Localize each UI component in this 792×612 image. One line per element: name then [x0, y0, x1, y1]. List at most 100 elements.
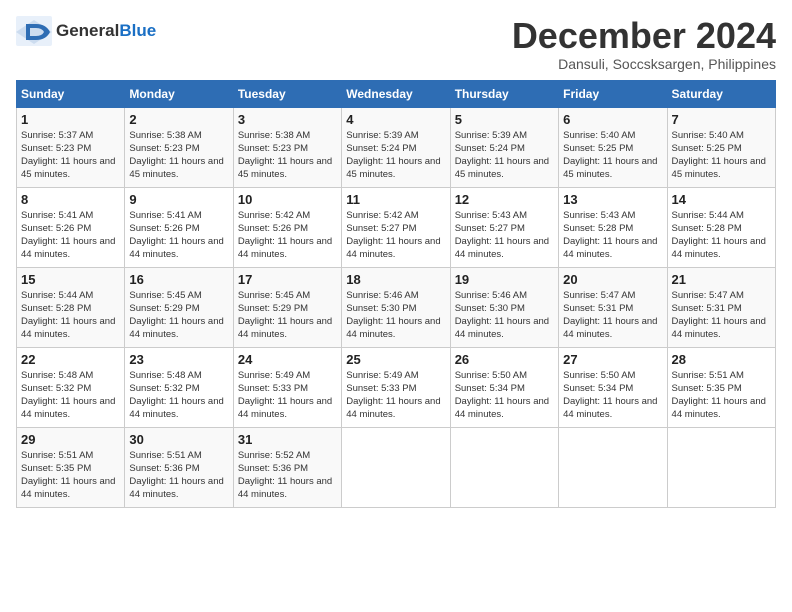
day-info: Sunrise: 5:45 AMSunset: 5:29 PMDaylight:…: [129, 289, 228, 342]
calendar-cell: 8 Sunrise: 5:41 AMSunset: 5:26 PMDaylight…: [17, 187, 125, 267]
calendar-cell: 7 Sunrise: 5:40 AMSunset: 5:25 PMDaylight…: [667, 107, 775, 187]
calendar-cell: 19 Sunrise: 5:46 AMSunset: 5:30 PMDayligh…: [450, 267, 558, 347]
day-number: 13: [563, 192, 662, 207]
day-number: 17: [238, 272, 337, 287]
day-number: 24: [238, 352, 337, 367]
day-number: 12: [455, 192, 554, 207]
day-info: Sunrise: 5:40 AMSunset: 5:25 PMDaylight:…: [672, 129, 771, 182]
day-info: Sunrise: 5:51 AMSunset: 5:35 PMDaylight:…: [21, 449, 120, 502]
day-info: Sunrise: 5:51 AMSunset: 5:35 PMDaylight:…: [672, 369, 771, 422]
calendar-week-3: 15Sunrise: 5:44 AMSunset: 5:28 PMDayligh…: [17, 267, 776, 347]
calendar-week-2: 8 Sunrise: 5:41 AMSunset: 5:26 PMDaylight…: [17, 187, 776, 267]
calendar-cell: 1Sunrise: 5:37 AMSunset: 5:23 PMDaylight…: [17, 107, 125, 187]
day-info: Sunrise: 5:43 AMSunset: 5:28 PMDaylight:…: [563, 209, 662, 262]
col-friday: Friday: [559, 80, 667, 107]
day-number: 8: [21, 192, 120, 207]
day-number: 11: [346, 192, 445, 207]
calendar-cell: 14Sunrise: 5:44 AMSunset: 5:28 PMDayligh…: [667, 187, 775, 267]
day-number: 31: [238, 432, 337, 447]
calendar-cell: 5 Sunrise: 5:39 AMSunset: 5:24 PMDaylight…: [450, 107, 558, 187]
calendar-cell: [559, 427, 667, 507]
logo-general: General: [56, 21, 119, 40]
calendar-cell: 3Sunrise: 5:38 AMSunset: 5:23 PMDaylight…: [233, 107, 341, 187]
day-number: 9: [129, 192, 228, 207]
day-number: 20: [563, 272, 662, 287]
calendar-cell: 25Sunrise: 5:49 AMSunset: 5:33 PMDayligh…: [342, 347, 450, 427]
calendar-cell: 11Sunrise: 5:42 AMSunset: 5:27 PMDayligh…: [342, 187, 450, 267]
col-thursday: Thursday: [450, 80, 558, 107]
day-info: Sunrise: 5:44 AMSunset: 5:28 PMDaylight:…: [21, 289, 120, 342]
day-number: 30: [129, 432, 228, 447]
logo-icon: [16, 16, 52, 46]
calendar-cell: 30 Sunrise: 5:51 AMSunset: 5:36 PMDayligh…: [125, 427, 233, 507]
calendar-cell: 26Sunrise: 5:50 AMSunset: 5:34 PMDayligh…: [450, 347, 558, 427]
calendar-cell: 18 Sunrise: 5:46 AMSunset: 5:30 PMDayligh…: [342, 267, 450, 347]
day-info: Sunrise: 5:47 AMSunset: 5:31 PMDaylight:…: [672, 289, 771, 342]
calendar-cell: [667, 427, 775, 507]
day-info: Sunrise: 5:37 AMSunset: 5:23 PMDaylight:…: [21, 129, 120, 182]
day-info: Sunrise: 5:40 AMSunset: 5:25 PMDaylight:…: [563, 129, 662, 182]
day-info: Sunrise: 5:42 AMSunset: 5:26 PMDaylight:…: [238, 209, 337, 262]
calendar-cell: 31 Sunrise: 5:52 AMSunset: 5:36 PMDayligh…: [233, 427, 341, 507]
col-monday: Monday: [125, 80, 233, 107]
day-info: Sunrise: 5:48 AMSunset: 5:32 PMDaylight:…: [21, 369, 120, 422]
calendar-cell: 22Sunrise: 5:48 AMSunset: 5:32 PMDayligh…: [17, 347, 125, 427]
day-info: Sunrise: 5:46 AMSunset: 5:30 PMDaylight:…: [346, 289, 445, 342]
calendar-cell: 4 Sunrise: 5:39 AMSunset: 5:24 PMDaylight…: [342, 107, 450, 187]
day-info: Sunrise: 5:50 AMSunset: 5:34 PMDaylight:…: [563, 369, 662, 422]
day-info: Sunrise: 5:38 AMSunset: 5:23 PMDaylight:…: [129, 129, 228, 182]
calendar-cell: 9 Sunrise: 5:41 AMSunset: 5:26 PMDaylight…: [125, 187, 233, 267]
day-number: 6: [563, 112, 662, 127]
day-info: Sunrise: 5:50 AMSunset: 5:34 PMDaylight:…: [455, 369, 554, 422]
calendar-cell: 27 Sunrise: 5:50 AMSunset: 5:34 PMDayligh…: [559, 347, 667, 427]
day-number: 16: [129, 272, 228, 287]
col-tuesday: Tuesday: [233, 80, 341, 107]
logo: GeneralBlue: [16, 16, 156, 46]
day-info: Sunrise: 5:41 AMSunset: 5:26 PMDaylight:…: [129, 209, 228, 262]
calendar-cell: 17 Sunrise: 5:45 AMSunset: 5:29 PMDayligh…: [233, 267, 341, 347]
day-info: Sunrise: 5:49 AMSunset: 5:33 PMDaylight:…: [238, 369, 337, 422]
day-info: Sunrise: 5:39 AMSunset: 5:24 PMDaylight:…: [455, 129, 554, 182]
calendar-cell: 16 Sunrise: 5:45 AMSunset: 5:29 PMDayligh…: [125, 267, 233, 347]
calendar-table: Sunday Monday Tuesday Wednesday Thursday…: [16, 80, 776, 508]
day-number: 18: [346, 272, 445, 287]
calendar-cell: [450, 427, 558, 507]
calendar-cell: 24 Sunrise: 5:49 AMSunset: 5:33 PMDayligh…: [233, 347, 341, 427]
title-block: December 2024 Dansuli, Soccsksargen, Phi…: [512, 16, 776, 72]
day-number: 21: [672, 272, 771, 287]
day-info: Sunrise: 5:49 AMSunset: 5:33 PMDaylight:…: [346, 369, 445, 422]
page-header: GeneralBlue December 2024 Dansuli, Soccs…: [16, 16, 776, 72]
day-info: Sunrise: 5:45 AMSunset: 5:29 PMDaylight:…: [238, 289, 337, 342]
day-number: 5: [455, 112, 554, 127]
calendar-body: 1Sunrise: 5:37 AMSunset: 5:23 PMDaylight…: [17, 107, 776, 507]
calendar-week-5: 29 Sunrise: 5:51 AMSunset: 5:35 PMDayligh…: [17, 427, 776, 507]
day-number: 29: [21, 432, 120, 447]
day-info: Sunrise: 5:52 AMSunset: 5:36 PMDaylight:…: [238, 449, 337, 502]
calendar-cell: 29 Sunrise: 5:51 AMSunset: 5:35 PMDayligh…: [17, 427, 125, 507]
calendar-cell: 10Sunrise: 5:42 AMSunset: 5:26 PMDayligh…: [233, 187, 341, 267]
day-number: 23: [129, 352, 228, 367]
month-title: December 2024: [512, 16, 776, 56]
calendar-cell: 12Sunrise: 5:43 AMSunset: 5:27 PMDayligh…: [450, 187, 558, 267]
logo-blue: Blue: [119, 21, 156, 40]
day-info: Sunrise: 5:48 AMSunset: 5:32 PMDaylight:…: [129, 369, 228, 422]
day-number: 19: [455, 272, 554, 287]
col-saturday: Saturday: [667, 80, 775, 107]
day-number: 7: [672, 112, 771, 127]
calendar-cell: 13 Sunrise: 5:43 AMSunset: 5:28 PMDayligh…: [559, 187, 667, 267]
day-info: Sunrise: 5:39 AMSunset: 5:24 PMDaylight:…: [346, 129, 445, 182]
calendar-cell: 20 Sunrise: 5:47 AMSunset: 5:31 PMDayligh…: [559, 267, 667, 347]
calendar-cell: 6 Sunrise: 5:40 AMSunset: 5:25 PMDaylight…: [559, 107, 667, 187]
calendar-cell: 2Sunrise: 5:38 AMSunset: 5:23 PMDaylight…: [125, 107, 233, 187]
calendar-cell: [342, 427, 450, 507]
calendar-cell: 15Sunrise: 5:44 AMSunset: 5:28 PMDayligh…: [17, 267, 125, 347]
calendar-week-1: 1Sunrise: 5:37 AMSunset: 5:23 PMDaylight…: [17, 107, 776, 187]
day-info: Sunrise: 5:46 AMSunset: 5:30 PMDaylight:…: [455, 289, 554, 342]
day-number: 4: [346, 112, 445, 127]
day-number: 3: [238, 112, 337, 127]
day-info: Sunrise: 5:51 AMSunset: 5:36 PMDaylight:…: [129, 449, 228, 502]
day-info: Sunrise: 5:47 AMSunset: 5:31 PMDaylight:…: [563, 289, 662, 342]
calendar-week-4: 22Sunrise: 5:48 AMSunset: 5:32 PMDayligh…: [17, 347, 776, 427]
day-number: 27: [563, 352, 662, 367]
day-info: Sunrise: 5:41 AMSunset: 5:26 PMDaylight:…: [21, 209, 120, 262]
